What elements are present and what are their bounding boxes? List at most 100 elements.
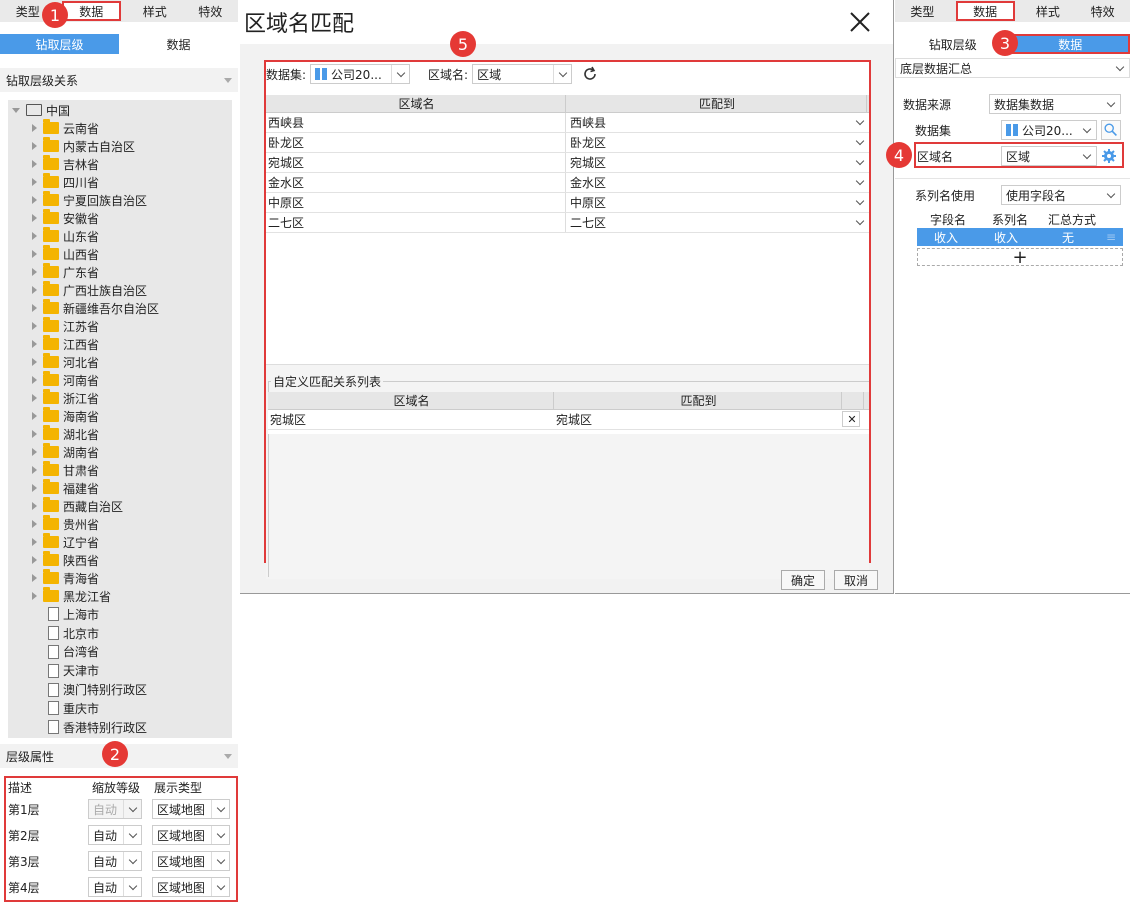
expand-arrow-icon[interactable]: [32, 178, 37, 186]
tree-node-province[interactable]: 广东省: [8, 263, 232, 281]
expand-arrow-icon[interactable]: [32, 448, 37, 456]
tree-node-city[interactable]: 台湾省: [8, 643, 232, 662]
display-type-select[interactable]: 区域地图: [152, 799, 230, 819]
expand-arrow-icon[interactable]: [32, 340, 37, 348]
field-table-row[interactable]: 收入 收入 无 ≡: [917, 228, 1123, 246]
match-to-select[interactable]: 二七区: [566, 213, 867, 232]
display-type-select[interactable]: 区域地图: [152, 877, 230, 897]
expand-arrow-icon[interactable]: [32, 520, 37, 528]
tab-style[interactable]: 样式: [127, 0, 183, 22]
expand-arrow-icon[interactable]: [32, 502, 37, 510]
expand-arrow-icon[interactable]: [32, 574, 37, 582]
tree-node-city[interactable]: 北京市: [8, 624, 232, 643]
region-select[interactable]: 区域: [1001, 146, 1097, 166]
expand-arrow-icon[interactable]: [32, 124, 37, 132]
display-type-select[interactable]: 区域地图: [152, 825, 230, 845]
expand-arrow-icon[interactable]: [32, 232, 37, 240]
tree-node-city[interactable]: 上海市: [8, 605, 232, 624]
expand-arrow-icon[interactable]: [32, 304, 37, 312]
match-to-select[interactable]: 西峡县: [566, 113, 867, 132]
delete-icon[interactable]: ✕: [842, 411, 860, 427]
expand-arrow-icon[interactable]: [32, 322, 37, 330]
tree-node-province[interactable]: 浙江省: [8, 389, 232, 407]
tree-node-province[interactable]: 海南省: [8, 407, 232, 425]
add-field-button[interactable]: +: [917, 247, 1123, 268]
tab-data[interactable]: 数据: [61, 1, 121, 21]
tree-node-province[interactable]: 云南省: [8, 119, 232, 137]
tree-node-city[interactable]: 香港特别行政区: [8, 718, 232, 737]
region-select[interactable]: 区域: [472, 64, 573, 84]
tab-style[interactable]: 样式: [1021, 0, 1076, 22]
drag-handle-icon[interactable]: ≡: [1099, 230, 1123, 244]
tree-node-province[interactable]: 广西壮族自治区: [8, 281, 232, 299]
gear-icon[interactable]: [1101, 148, 1117, 164]
expand-arrow-icon[interactable]: [32, 160, 37, 168]
refresh-icon[interactable]: [582, 66, 598, 82]
tab-type[interactable]: 类型: [895, 0, 950, 22]
drill-section-header[interactable]: 钻取层级关系: [0, 68, 238, 92]
match-to-select[interactable]: 宛城区: [566, 153, 867, 172]
tree-node-province[interactable]: 西藏自治区: [8, 497, 232, 515]
expand-arrow-icon[interactable]: [32, 142, 37, 150]
expand-arrow-icon[interactable]: [32, 196, 37, 204]
tree-node-province[interactable]: 山东省: [8, 227, 232, 245]
tree-node-province[interactable]: 河北省: [8, 353, 232, 371]
expand-arrow-icon[interactable]: [32, 430, 37, 438]
tree-node-province[interactable]: 黑龙江省: [8, 587, 232, 605]
expand-arrow-icon[interactable]: [32, 484, 37, 492]
cancel-button[interactable]: 取消: [834, 570, 878, 590]
tree-node-province[interactable]: 四川省: [8, 173, 232, 191]
subtab-drill-level[interactable]: 钻取层级: [0, 34, 119, 54]
subtab-data[interactable]: 数据: [1010, 34, 1130, 54]
expand-arrow-icon[interactable]: [32, 358, 37, 366]
tree-node-city[interactable]: 澳门特别行政区: [8, 680, 232, 699]
tree-node-province[interactable]: 湖南省: [8, 443, 232, 461]
series-select[interactable]: 使用字段名: [1001, 185, 1121, 205]
zoom-select[interactable]: 自动: [88, 799, 142, 819]
match-to-select[interactable]: 中原区: [566, 193, 867, 212]
expand-arrow-icon[interactable]: [32, 268, 37, 276]
tree-node-province[interactable]: 山西省: [8, 245, 232, 263]
tree-node-city[interactable]: 天津市: [8, 661, 232, 680]
tree-node-province[interactable]: 陕西省: [8, 551, 232, 569]
tree-node-province[interactable]: 青海省: [8, 569, 232, 587]
tree-node-province[interactable]: 甘肃省: [8, 461, 232, 479]
tree-node-province[interactable]: 贵州省: [8, 515, 232, 533]
tree-node-province[interactable]: 河南省: [8, 371, 232, 389]
tree-node-province[interactable]: 宁夏回族自治区: [8, 191, 232, 209]
zoom-select[interactable]: 自动: [88, 851, 142, 871]
tree-node-province[interactable]: 福建省: [8, 479, 232, 497]
tree-node-province[interactable]: 新疆维吾尔自治区: [8, 299, 232, 317]
tab-data[interactable]: 数据: [955, 1, 1015, 21]
tab-effects[interactable]: 特效: [1075, 0, 1130, 22]
tree-node-province[interactable]: 辽宁省: [8, 533, 232, 551]
tree-node-province[interactable]: 江西省: [8, 335, 232, 353]
tree-node-province[interactable]: 吉林省: [8, 155, 232, 173]
zoom-select[interactable]: 自动: [88, 877, 142, 897]
expand-arrow-icon[interactable]: [32, 214, 37, 222]
tree-node-province[interactable]: 江苏省: [8, 317, 232, 335]
expand-arrow-icon[interactable]: [32, 394, 37, 402]
ok-button[interactable]: 确定: [781, 570, 825, 590]
expand-arrow-icon[interactable]: [32, 556, 37, 564]
expand-arrow-icon[interactable]: [32, 412, 37, 420]
expand-arrow-icon[interactable]: [32, 250, 37, 258]
tree-node-province[interactable]: 湖北省: [8, 425, 232, 443]
subtab-data[interactable]: 数据: [119, 34, 238, 54]
search-icon[interactable]: [1101, 120, 1121, 140]
match-to-select[interactable]: 金水区: [566, 173, 867, 192]
expand-arrow-icon[interactable]: [12, 107, 20, 113]
expand-arrow-icon[interactable]: [32, 286, 37, 294]
zoom-select[interactable]: 自动: [88, 825, 142, 845]
expand-arrow-icon[interactable]: [32, 376, 37, 384]
expand-arrow-icon[interactable]: [32, 466, 37, 474]
display-type-select[interactable]: 区域地图: [152, 851, 230, 871]
close-icon[interactable]: [849, 11, 871, 33]
summary-select[interactable]: 底层数据汇总: [895, 58, 1130, 78]
tree-node-province[interactable]: 安徽省: [8, 209, 232, 227]
tree-node-city[interactable]: 重庆市: [8, 699, 232, 718]
expand-arrow-icon[interactable]: [32, 538, 37, 546]
tab-effects[interactable]: 特效: [183, 0, 239, 22]
dataset-select[interactable]: 公司20...: [310, 64, 411, 84]
dataset-select[interactable]: 公司20...: [1001, 120, 1097, 140]
